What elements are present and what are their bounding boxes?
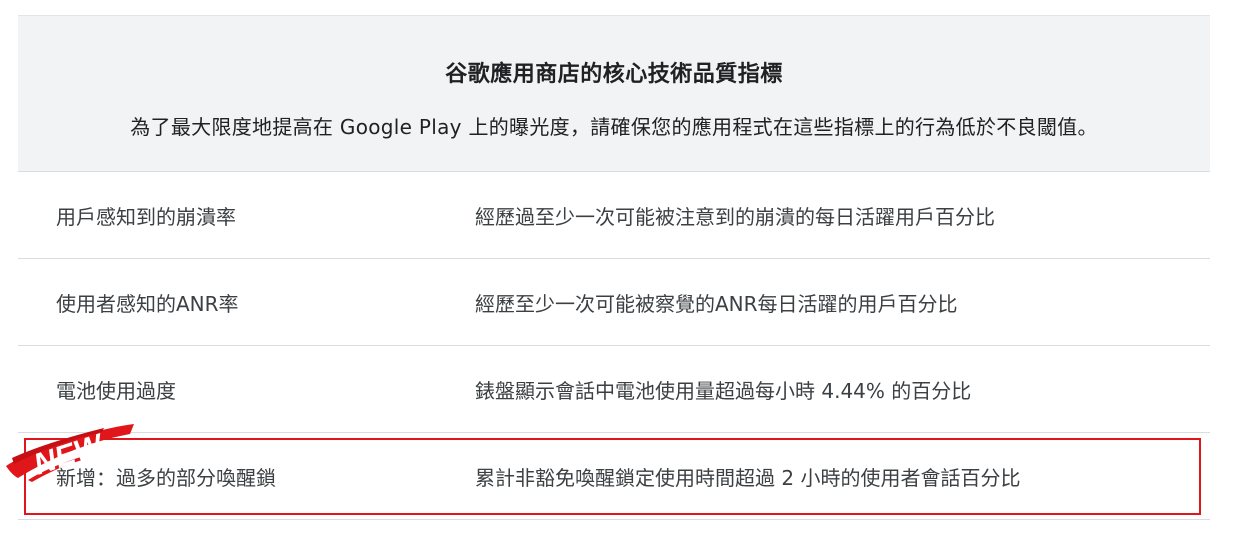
table-title: 谷歌應用商店的核心技術品質指標 bbox=[445, 62, 783, 87]
table-row: 電池使用過度 錶盤顯示會話中電池使用量超過每小時 4.44% 的百分比 bbox=[18, 346, 1210, 433]
metric-name: 用戶感知到的崩潰率 bbox=[56, 204, 236, 229]
table-header: 谷歌應用商店的核心技術品質指標 為了最大限度地提高在 Google Play 上… bbox=[18, 15, 1210, 172]
table-row: 使用者感知的ANR率 經歷至少一次可能被察覺的ANR每日活躍的用戶百分比 bbox=[18, 259, 1210, 346]
metric-name: 使用者感知的ANR率 bbox=[56, 291, 239, 316]
new-badge-label: NEW bbox=[30, 428, 109, 482]
metric-description: 錶盤顯示會話中電池使用量超過每小時 4.44% 的百分比 bbox=[475, 378, 972, 403]
metric-description: 經歷至少一次可能被察覺的ANR每日活躍的用戶百分比 bbox=[475, 291, 958, 316]
table-subtitle: 為了最大限度地提高在 Google Play 上的曝光度，請確保您的應用程式在這… bbox=[130, 115, 1098, 139]
table-row: 用戶感知到的崩潰率 經歷過至少一次可能被注意到的崩潰的每日活躍用戶百分比 bbox=[18, 172, 1210, 259]
new-badge-icon: NEW bbox=[6, 424, 134, 482]
metric-description: 經歷過至少一次可能被注意到的崩潰的每日活躍用戶百分比 bbox=[475, 204, 995, 229]
new-row-highlight-box bbox=[24, 438, 1201, 515]
